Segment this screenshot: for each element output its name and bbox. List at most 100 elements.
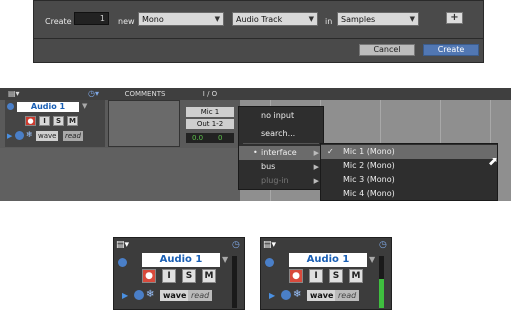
mute-button[interactable]: M bbox=[202, 269, 216, 283]
snowflake-icon[interactable]: ❄ bbox=[293, 289, 301, 300]
blue-dot-icon[interactable] bbox=[15, 131, 24, 140]
chevron-down-icon[interactable]: ▼ bbox=[222, 255, 228, 264]
dialog-divider bbox=[34, 38, 483, 39]
record-enable-button[interactable]: ● bbox=[142, 269, 156, 283]
track-view-selector[interactable]: wave bbox=[307, 290, 337, 301]
automation-mode-selector[interactable]: read bbox=[335, 290, 360, 301]
snowflake-icon[interactable]: ❄ bbox=[146, 289, 154, 300]
empty-track-area bbox=[0, 148, 240, 201]
timebase-value: Samples bbox=[341, 15, 376, 24]
view-selector-icon[interactable]: ▤▾ bbox=[263, 240, 283, 251]
menu-item-mic-4[interactable]: Mic 4 (Mono) bbox=[321, 187, 497, 201]
comments-column-header: COMMENTS bbox=[124, 90, 166, 98]
new-tracks-dialog: Create 1 new Mono ▼ Audio Track ▼ in Sam… bbox=[33, 0, 484, 63]
clock-icon[interactable]: ◷ bbox=[379, 240, 387, 250]
blue-dot-icon[interactable] bbox=[134, 290, 144, 300]
interface-submenu: ✓ Mic 1 (Mono) Mic 2 (Mono) Mic 3 (Mono)… bbox=[320, 143, 498, 201]
track-count-field[interactable]: 1 bbox=[74, 12, 109, 25]
level-meter bbox=[232, 256, 237, 308]
view-selector-icon[interactable]: ▤▾ bbox=[8, 89, 20, 98]
track-color-icon bbox=[118, 258, 127, 267]
snowflake-icon[interactable]: ❄ bbox=[26, 130, 33, 139]
automation-mode-selector[interactable]: read bbox=[188, 290, 213, 301]
solo-button[interactable]: S bbox=[53, 116, 64, 126]
chevron-down-icon: ▼ bbox=[409, 15, 415, 23]
track-name[interactable]: Audio 1 bbox=[17, 102, 79, 112]
menu-item-interface[interactable]: • interface ▶ bbox=[239, 146, 323, 160]
track-type-value: Audio Track bbox=[236, 15, 283, 24]
record-enable-button[interactable]: ● bbox=[289, 269, 303, 283]
play-arrow-icon: ▶ bbox=[7, 132, 13, 140]
io-column-header: I / O bbox=[202, 90, 218, 98]
in-label: in bbox=[325, 17, 333, 26]
track-name[interactable]: Audio 1 bbox=[289, 253, 367, 267]
level-meter-fill bbox=[379, 279, 384, 308]
mute-button[interactable]: M bbox=[349, 269, 363, 283]
menu-item-label: Mic 3 (Mono) bbox=[343, 175, 395, 184]
timebase-select[interactable]: Samples ▼ bbox=[337, 12, 419, 26]
cancel-button[interactable]: Cancel bbox=[359, 44, 415, 56]
menu-item-label: bus bbox=[261, 162, 276, 171]
menu-item-label: Mic 4 (Mono) bbox=[343, 189, 395, 198]
volume-display[interactable]: 0.0 0 bbox=[186, 133, 234, 143]
menu-item-label: search... bbox=[261, 129, 296, 138]
chevron-down-icon[interactable]: ▼ bbox=[369, 255, 375, 264]
edit-window: ▤▾ ◷▾ COMMENTS I / O Audio 1 ▼ ● I S M ▶… bbox=[0, 88, 511, 201]
mute-button[interactable]: M bbox=[67, 116, 78, 126]
column-header-bar: ▤▾ ◷▾ COMMENTS I / O bbox=[0, 88, 511, 100]
menu-item-bus[interactable]: bus ▶ bbox=[239, 160, 323, 174]
submenu-arrow-icon: ▶ bbox=[313, 177, 319, 185]
add-row-button[interactable]: + bbox=[446, 12, 463, 24]
blue-dot-icon[interactable] bbox=[281, 290, 291, 300]
submenu-arrow-icon: ▶ bbox=[313, 149, 319, 157]
chevron-down-icon: ▼ bbox=[308, 15, 314, 23]
play-arrow-icon: ▶ bbox=[269, 291, 276, 300]
solo-button[interactable]: S bbox=[182, 269, 196, 283]
menu-item-label: Mic 2 (Mono) bbox=[343, 161, 395, 170]
clock-icon[interactable]: ◷ bbox=[232, 240, 240, 250]
menu-item-search[interactable]: search... bbox=[239, 127, 323, 141]
record-enable-button[interactable]: ● bbox=[25, 116, 36, 126]
track-view-selector[interactable]: wave bbox=[36, 131, 59, 141]
track-panel-before: ▤▾ ◷ Audio 1 ▼ ● I S M ▶ ❄ wave read bbox=[113, 237, 245, 310]
menu-item-mic-3[interactable]: Mic 3 (Mono) bbox=[321, 173, 497, 187]
track-view-selector[interactable]: wave bbox=[160, 290, 190, 301]
track-header: Audio 1 ▼ ● I S M ▶ ❄ wave read bbox=[5, 100, 105, 147]
menu-item-no-input[interactable]: no input bbox=[239, 109, 323, 123]
automation-mode-selector[interactable]: read bbox=[63, 131, 83, 141]
input-menu: no input search... • interface ▶ bus ▶ p… bbox=[238, 106, 324, 190]
play-arrow-icon: ▶ bbox=[122, 291, 129, 300]
input-monitor-button[interactable]: I bbox=[39, 116, 50, 126]
input-selector[interactable]: Mic 1 bbox=[186, 107, 234, 117]
solo-button[interactable]: S bbox=[329, 269, 343, 283]
create-label: Create bbox=[45, 17, 72, 26]
pan-value: 0 bbox=[218, 134, 223, 142]
menu-item-mic-2[interactable]: Mic 2 (Mono) bbox=[321, 159, 497, 173]
track-type-select[interactable]: Audio Track ▼ bbox=[232, 12, 318, 26]
chevron-down-icon: ▼ bbox=[214, 15, 220, 23]
track-color-icon bbox=[265, 258, 274, 267]
clock-icon[interactable]: ◷▾ bbox=[88, 89, 99, 98]
menu-item-plug-in: plug-in ▶ bbox=[239, 174, 323, 188]
submenu-arrow-icon: ▶ bbox=[313, 163, 319, 171]
create-button[interactable]: Create bbox=[423, 44, 479, 56]
menu-item-mic-1[interactable]: ✓ Mic 1 (Mono) bbox=[321, 145, 497, 159]
menu-item-label: Mic 1 (Mono) bbox=[343, 147, 395, 156]
view-selector-icon[interactable]: ▤▾ bbox=[116, 240, 136, 251]
input-monitor-button[interactable]: I bbox=[162, 269, 176, 283]
menu-item-label: plug-in bbox=[261, 176, 289, 185]
input-monitor-button[interactable]: I bbox=[309, 269, 323, 283]
chevron-down-icon[interactable]: ▼ bbox=[82, 102, 87, 110]
track-color-icon bbox=[7, 103, 14, 110]
track-name[interactable]: Audio 1 bbox=[142, 253, 220, 267]
menu-item-label: no input bbox=[261, 111, 295, 120]
comments-field[interactable] bbox=[108, 100, 180, 147]
menu-divider bbox=[243, 143, 319, 144]
bullet-icon: • bbox=[253, 148, 258, 157]
channel-format-select[interactable]: Mono ▼ bbox=[138, 12, 224, 26]
new-label: new bbox=[118, 17, 135, 26]
menu-item-label: interface bbox=[261, 148, 297, 157]
output-selector[interactable]: Out 1-2 bbox=[186, 119, 234, 129]
checkmark-icon: ✓ bbox=[327, 147, 334, 156]
volume-value: 0.0 bbox=[192, 134, 204, 142]
